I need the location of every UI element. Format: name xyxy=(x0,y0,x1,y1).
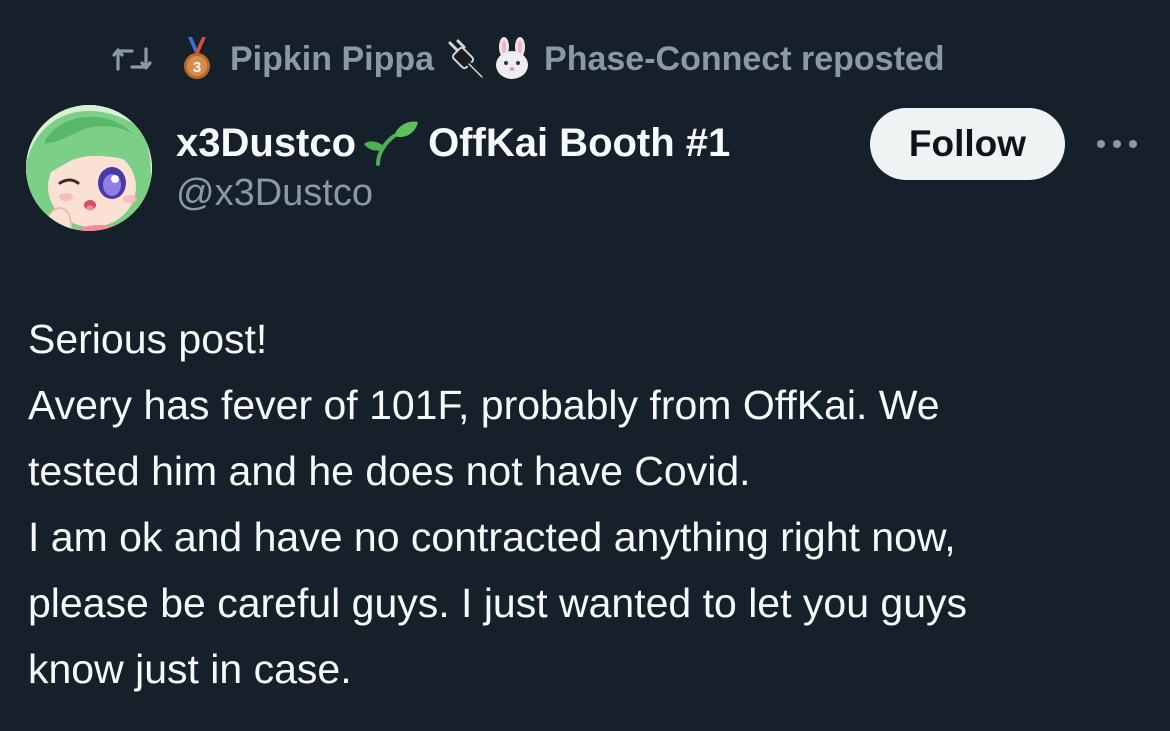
display-name-suffix: OffKai Booth #1 xyxy=(428,120,731,165)
post-line: Avery has fever of 101F, probably from O… xyxy=(28,382,940,428)
post-line: Serious post! xyxy=(28,316,268,362)
post-line: tested him and he does not have Covid. xyxy=(28,448,751,494)
author-info: x3Dustco OffKai Booth #1 @x3Dustco xyxy=(176,118,730,215)
avatar-image xyxy=(26,105,152,231)
author-handle[interactable]: @x3Dustco xyxy=(176,172,730,215)
repost-context: 3 Pipkin Pippa Phase-Connect reposted xyxy=(110,36,945,82)
repost-suffix: Phase-Connect reposted xyxy=(544,39,945,78)
display-name[interactable]: x3Dustco OffKai Booth #1 xyxy=(176,118,730,168)
post-line: know just in case. xyxy=(28,646,352,692)
bronze-medal-icon: 3 xyxy=(184,37,210,79)
avatar[interactable] xyxy=(26,105,152,231)
reposter-name[interactable]: Pipkin Pippa xyxy=(230,40,434,79)
post-text: Serious post! Avery has fever of 101F, p… xyxy=(28,306,1148,702)
plug-icon xyxy=(448,39,485,80)
follow-button[interactable]: Follow xyxy=(870,108,1065,180)
post-line: please be careful guys. I just wanted to… xyxy=(28,580,967,626)
more-icon[interactable] xyxy=(1092,130,1142,158)
svg-text:3: 3 xyxy=(193,59,201,76)
bunny-icon xyxy=(496,37,529,79)
display-name-prefix: x3Dustco xyxy=(176,120,357,165)
repost-icon xyxy=(112,47,152,71)
post-line: I am ok and have no contracted anything … xyxy=(28,514,956,560)
sprout-icon xyxy=(364,121,419,166)
